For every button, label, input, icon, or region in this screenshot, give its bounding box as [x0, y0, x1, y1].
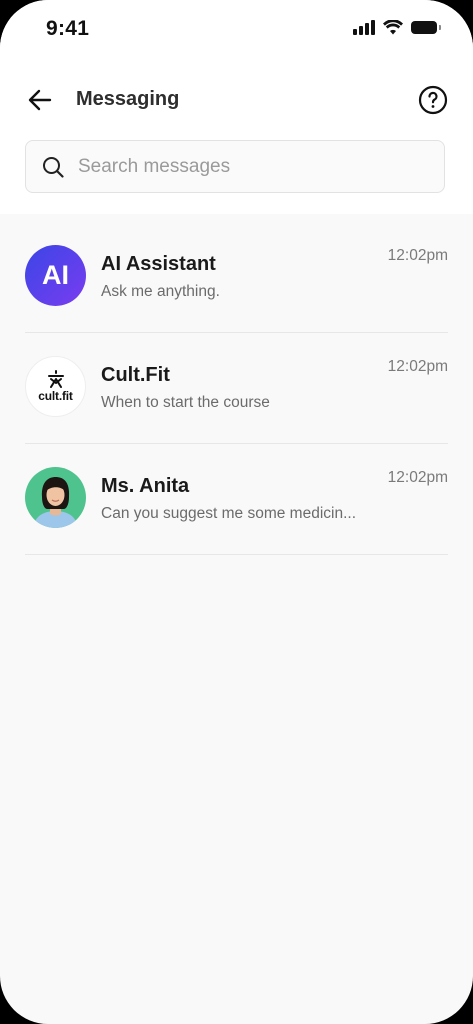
message-preview: Can you suggest me some medicin...	[101, 505, 357, 522]
contact-name: Cult.Fit	[101, 364, 170, 386]
battery-icon	[411, 21, 441, 34]
cellular-signal-icon	[353, 20, 375, 35]
message-time: 12:02pm	[387, 247, 448, 264]
wifi-icon	[383, 20, 403, 35]
avatar	[25, 467, 86, 528]
help-icon[interactable]	[418, 85, 448, 115]
status-icons	[353, 20, 441, 35]
conversation-item-ai-assistant[interactable]: AI AI Assistant Ask me anything. 12:02pm	[25, 222, 448, 333]
avatar: AI	[25, 245, 86, 306]
conversation-list: AI AI Assistant Ask me anything. 12:02pm…	[25, 222, 448, 555]
message-time: 12:02pm	[387, 358, 448, 375]
cult-fit-logo-text: cult.fit	[38, 389, 73, 403]
conversation-item-cult-fit[interactable]: cult.fit Cult.Fit When to start the cour…	[25, 333, 448, 444]
person-photo-icon	[33, 477, 78, 528]
header-area: 9:41 Messaging	[0, 0, 473, 214]
search-input[interactable]	[76, 154, 410, 179]
contact-name: Ms. Anita	[101, 475, 190, 497]
cult-fit-logo-icon	[47, 370, 64, 388]
message-preview: Ask me anything.	[101, 283, 220, 300]
arrow-left-icon	[28, 89, 52, 111]
contact-name: AI Assistant	[101, 253, 216, 275]
avatar: cult.fit	[25, 356, 86, 417]
message-time: 12:02pm	[387, 469, 448, 486]
status-time: 9:41	[46, 17, 90, 40]
avatar-initials: AI	[42, 260, 69, 290]
search-icon	[43, 156, 64, 178]
back-button[interactable]	[24, 84, 56, 116]
search-box[interactable]	[25, 140, 445, 193]
phone-screen: 9:41 Messaging Search messages AI AI Ass…	[0, 0, 473, 1024]
message-preview: When to start the course	[101, 394, 270, 411]
conversation-item-ms-anita[interactable]: Ms. Anita Can you suggest me some medici…	[25, 444, 448, 555]
page-title: Messaging	[76, 88, 180, 110]
